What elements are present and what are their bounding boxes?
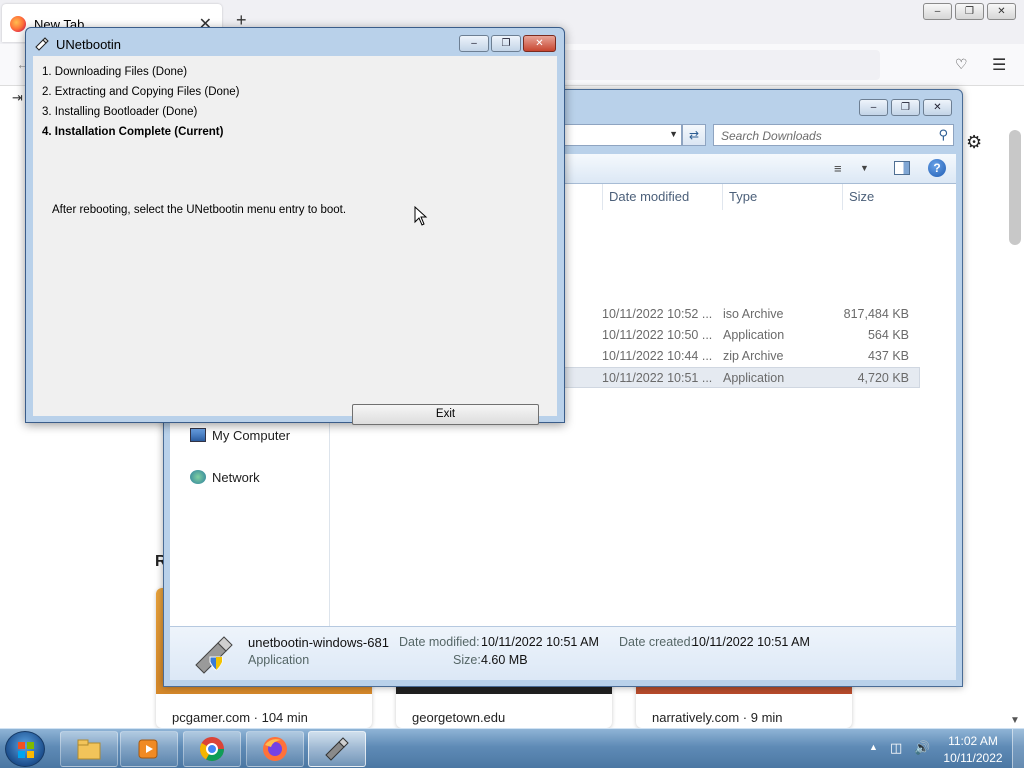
- mouse-cursor-icon: [414, 206, 428, 226]
- search-placeholder: Search Downloads: [721, 129, 822, 143]
- details-date-created-label: Date created:: [619, 635, 695, 649]
- explorer-window-controls: ‒ ❐ ✕: [859, 99, 952, 116]
- close-button[interactable]: ✕: [923, 99, 952, 116]
- restore-button[interactable]: ❐: [955, 3, 984, 20]
- maximize-button[interactable]: ❐: [891, 99, 920, 116]
- story-card-source: georgetown.edu: [412, 710, 506, 725]
- address-bar[interactable]: ▼: [562, 124, 682, 146]
- nav-item-my-computer[interactable]: My Computer: [190, 428, 290, 443]
- file-date: 10/11/2022 10:51 ...: [602, 371, 713, 385]
- exit-button[interactable]: Exit: [352, 404, 539, 425]
- table-row[interactable]: 10/11/2022 10:52 ... iso Archive 817,484…: [562, 304, 922, 325]
- firefox-icon: [10, 16, 26, 32]
- start-button[interactable]: [5, 731, 45, 767]
- refresh-icon: ⇄: [688, 128, 700, 142]
- column-header-type[interactable]: Type: [722, 184, 842, 210]
- file-size: 4,720 KB: [857, 371, 909, 385]
- details-size-label: Size:: [453, 653, 481, 667]
- firefox-window-controls: ‒ ❐ ✕: [923, 3, 1016, 20]
- nav-item-label: Network: [212, 470, 260, 485]
- minimize-button[interactable]: ‒: [459, 35, 489, 52]
- help-icon[interactable]: ?: [928, 159, 946, 177]
- step-4-label-current: 4. Installation Complete (Current): [42, 126, 224, 138]
- sign-in-icon[interactable]: ⇥: [12, 90, 23, 106]
- media-player-icon: [138, 739, 158, 759]
- clock-time[interactable]: 11:02 AM: [940, 734, 1006, 748]
- details-date-created: 10/11/2022 10:51 AM: [692, 635, 810, 649]
- column-header-date-modified[interactable]: Date modified: [602, 184, 722, 210]
- preview-pane-icon[interactable]: [894, 161, 910, 175]
- scrollbar[interactable]: ▼: [1008, 130, 1022, 728]
- table-row[interactable]: 10/11/2022 10:50 ... Application 564 KB: [562, 325, 922, 346]
- minimize-button[interactable]: ‒: [923, 3, 952, 20]
- hamburger-menu-icon[interactable]: ☰: [992, 55, 1006, 75]
- file-type: Application: [723, 371, 785, 385]
- scroll-down-arrow-icon[interactable]: ▼: [1010, 715, 1020, 726]
- scrollbar-thumb[interactable]: [1009, 130, 1021, 245]
- unetbootin-window-controls: ‒ ❐ ✕: [459, 35, 556, 52]
- network-tray-icon[interactable]: ◫: [890, 740, 902, 756]
- chrome-icon: [199, 737, 224, 762]
- pocket-icon[interactable]: ♡: [955, 56, 968, 73]
- windows-logo-icon: [18, 742, 34, 758]
- chevron-down-icon[interactable]: ▼: [669, 129, 678, 139]
- views-icon[interactable]: ≡: [834, 161, 842, 176]
- close-button[interactable]: ✕: [987, 3, 1016, 20]
- story-card-source: narratively.com · 9 min: [652, 710, 783, 725]
- taskbar-explorer[interactable]: [60, 731, 118, 767]
- file-type: iso Archive: [723, 307, 784, 321]
- file-date: 10/11/2022 10:50 ...: [602, 328, 713, 342]
- unetbootin-icon: [325, 737, 349, 761]
- unetbootin-icon: [35, 37, 49, 51]
- file-size: 564 KB: [867, 328, 909, 342]
- minimize-button[interactable]: ‒: [859, 99, 888, 116]
- taskbar-firefox[interactable]: [246, 731, 304, 767]
- unetbootin-icon: [195, 636, 233, 674]
- chevron-down-icon[interactable]: ▼: [860, 163, 869, 173]
- step-1-label: 1. Downloading Files (Done): [42, 66, 188, 78]
- refresh-button[interactable]: ⇄: [682, 124, 706, 146]
- step-3-label: 3. Installing Bootloader (Done): [42, 106, 198, 118]
- taskbar: ▲ ◫ 🔊 11:02 AM 10/11/2022: [0, 728, 1024, 769]
- file-size: 437 KB: [867, 349, 909, 363]
- details-date-modified: 10/11/2022 10:51 AM: [481, 635, 599, 649]
- maximize-button[interactable]: ❐: [491, 35, 521, 52]
- file-type: zip Archive: [723, 349, 784, 363]
- taskbar-media-player[interactable]: [120, 731, 178, 767]
- network-icon: [190, 470, 206, 484]
- search-icon[interactable]: ⚲: [938, 127, 948, 143]
- column-header-size[interactable]: Size: [842, 184, 952, 210]
- details-date-modified-label: Date modified:: [399, 635, 480, 649]
- taskbar-chrome[interactable]: [183, 731, 241, 767]
- details-file-name: unetbootin-windows-681: [248, 635, 389, 650]
- story-card-source: pcgamer.com · 104 min: [172, 710, 308, 725]
- nav-item-label: My Computer: [212, 428, 291, 443]
- details-size: 4.60 MB: [481, 653, 528, 667]
- file-size: 817,484 KB: [843, 307, 909, 321]
- nav-item-network[interactable]: Network: [190, 470, 260, 485]
- table-row-selected[interactable]: 10/11/2022 10:51 ... Application 4,720 K…: [562, 367, 920, 388]
- firefox-icon: [263, 737, 287, 761]
- file-date: 10/11/2022 10:52 ...: [602, 307, 713, 321]
- unetbootin-window: UNetbootin ‒ ❐ ✕ 1. Downloading Files (D…: [25, 27, 565, 425]
- show-desktop-button[interactable]: [1012, 729, 1024, 769]
- search-input[interactable]: Search Downloads ⚲: [713, 124, 954, 146]
- gear-icon[interactable]: ⚙: [966, 132, 982, 153]
- file-date: 10/11/2022 10:44 ...: [602, 349, 713, 363]
- unetbootin-content: 1. Downloading Files (Done) 2. Extractin…: [33, 56, 557, 425]
- computer-icon: [190, 428, 206, 442]
- clock-date[interactable]: 10/11/2022: [940, 751, 1006, 765]
- volume-icon[interactable]: 🔊: [914, 740, 930, 756]
- details-pane: unetbootin-windows-681 Application Date …: [170, 626, 956, 680]
- completion-message: After rebooting, select the UNetbootin m…: [52, 204, 347, 216]
- file-type: Application: [723, 328, 785, 342]
- window-title: UNetbootin: [56, 37, 122, 52]
- show-hidden-icons-icon[interactable]: ▲: [869, 742, 878, 752]
- close-button[interactable]: ✕: [523, 35, 556, 52]
- details-file-type: Application: [248, 653, 310, 667]
- table-row[interactable]: p 10/11/2022 10:44 ... zip Archive 437 K…: [558, 346, 922, 367]
- windows-explorer-icon: [77, 739, 101, 760]
- taskbar-unetbootin[interactable]: [308, 731, 366, 767]
- step-2-label: 2. Extracting and Copying Files (Done): [42, 86, 240, 98]
